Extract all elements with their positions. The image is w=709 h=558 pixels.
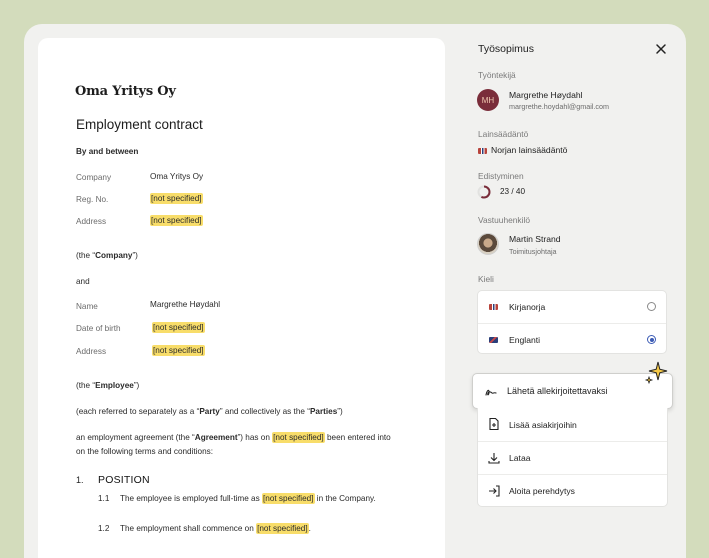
agreement-text-line2: on the following terms and conditions: bbox=[76, 447, 213, 456]
sparkle-icon bbox=[644, 361, 668, 385]
clause-number: 1.1 bbox=[98, 494, 110, 503]
name-label: Name bbox=[76, 302, 98, 311]
reg-no-label: Reg. No. bbox=[76, 195, 109, 204]
employee-name: Margrethe Høydahl bbox=[509, 90, 583, 100]
language-option-label: Englanti bbox=[509, 334, 541, 345]
section-number: 1. bbox=[76, 475, 84, 485]
company-logo: Oma Yritys Oy bbox=[75, 84, 176, 99]
avatar bbox=[477, 233, 499, 255]
actions-list: Lisää asiakirjoihin Lataa Aloita perehdy… bbox=[477, 408, 668, 507]
responsible-label: Vastuuhenkilö bbox=[478, 215, 530, 225]
name-value: Margrethe Høydahl bbox=[150, 300, 221, 309]
section-title: POSITION bbox=[98, 474, 150, 486]
sign-in-icon bbox=[489, 485, 500, 497]
employee-alias: (the “Employee”) bbox=[76, 381, 140, 390]
reg-no-placeholder[interactable]: [not specified] bbox=[150, 193, 203, 204]
language-option-label: Kirjanorja bbox=[509, 302, 546, 312]
progress-label: Edistyminen bbox=[478, 171, 524, 181]
add-document-icon bbox=[489, 417, 499, 431]
add-to-documents-button[interactable]: Lisää asiakirjoihin bbox=[478, 408, 667, 441]
download-icon bbox=[488, 453, 500, 464]
action-label: Lisää asiakirjoihin bbox=[509, 419, 577, 430]
action-label: Aloita perehdytys bbox=[509, 486, 575, 496]
by-and-between: By and between bbox=[76, 147, 139, 156]
close-icon bbox=[656, 44, 666, 54]
agreement-date-placeholder[interactable]: [not specified] bbox=[272, 432, 325, 443]
radio-button[interactable] bbox=[647, 302, 656, 311]
dob-placeholder[interactable]: [not specified] bbox=[152, 322, 205, 333]
language-option-englanti[interactable]: Englanti bbox=[478, 323, 666, 355]
language-label: Kieli bbox=[478, 274, 494, 284]
clause-text: The employee is employed full-time as [n… bbox=[120, 493, 376, 504]
send-button-label: Lähetä allekirjoitettavaksi bbox=[507, 386, 608, 396]
parties-text: (each referred to separately as a “Party… bbox=[76, 407, 343, 416]
law-value: Norjan lainsäädäntö bbox=[478, 145, 567, 155]
dob-label: Date of birth bbox=[76, 324, 121, 333]
company-address-label: Address bbox=[76, 217, 107, 226]
clause-text: The employment shall commence on [not sp… bbox=[120, 523, 311, 534]
sidebar-title: Työsopimus bbox=[478, 43, 535, 55]
responsible-role: Toimitusjohtaja bbox=[509, 247, 557, 256]
progress-text: 23 / 40 bbox=[500, 187, 526, 196]
signature-icon bbox=[485, 389, 497, 396]
send-for-signature-button[interactable]: Lähetä allekirjoitettavaksi bbox=[472, 373, 673, 409]
responsible-name: Martin Strand bbox=[509, 234, 561, 244]
radio-button-selected[interactable] bbox=[647, 335, 656, 344]
employee-label: Työntekijä bbox=[478, 70, 516, 80]
and-text: and bbox=[76, 277, 90, 286]
start-date-placeholder[interactable]: [not specified] bbox=[256, 523, 309, 534]
avatar: MH bbox=[477, 89, 499, 111]
norway-flag-icon bbox=[478, 147, 487, 154]
position-placeholder[interactable]: [not specified] bbox=[261, 493, 315, 504]
employee-address-label: Address bbox=[76, 347, 107, 356]
close-button[interactable] bbox=[654, 42, 668, 56]
employee-email: margrethe.hoydahl@gmail.com bbox=[509, 102, 609, 111]
document-title: Employment contract bbox=[76, 117, 203, 132]
company-address-placeholder[interactable]: [not specified] bbox=[150, 215, 203, 226]
company-value: Oma Yritys Oy bbox=[150, 172, 204, 181]
law-label: Lainsäädäntö bbox=[478, 129, 529, 139]
progress-ring bbox=[477, 185, 491, 199]
company-alias: (the “Company”) bbox=[76, 251, 138, 260]
norway-flag-icon bbox=[489, 304, 498, 310]
action-label: Lataa bbox=[509, 453, 531, 463]
app-window: Oma Yritys Oy Employment contract By and… bbox=[24, 24, 686, 558]
language-selector: Kirjanorja Englanti bbox=[477, 290, 667, 354]
agreement-text: an employment agreement (the “Agreement”… bbox=[76, 432, 391, 443]
company-label: Company bbox=[76, 173, 112, 182]
clause-number: 1.2 bbox=[98, 524, 110, 533]
document-preview: Oma Yritys Oy Employment contract By and… bbox=[38, 38, 445, 558]
download-button[interactable]: Lataa bbox=[478, 441, 667, 474]
employee-address-placeholder[interactable]: [not specified] bbox=[152, 345, 205, 356]
language-option-kirjanorja[interactable]: Kirjanorja bbox=[478, 291, 666, 323]
uk-flag-icon bbox=[489, 336, 498, 343]
start-onboarding-button[interactable]: Aloita perehdytys bbox=[478, 474, 667, 507]
